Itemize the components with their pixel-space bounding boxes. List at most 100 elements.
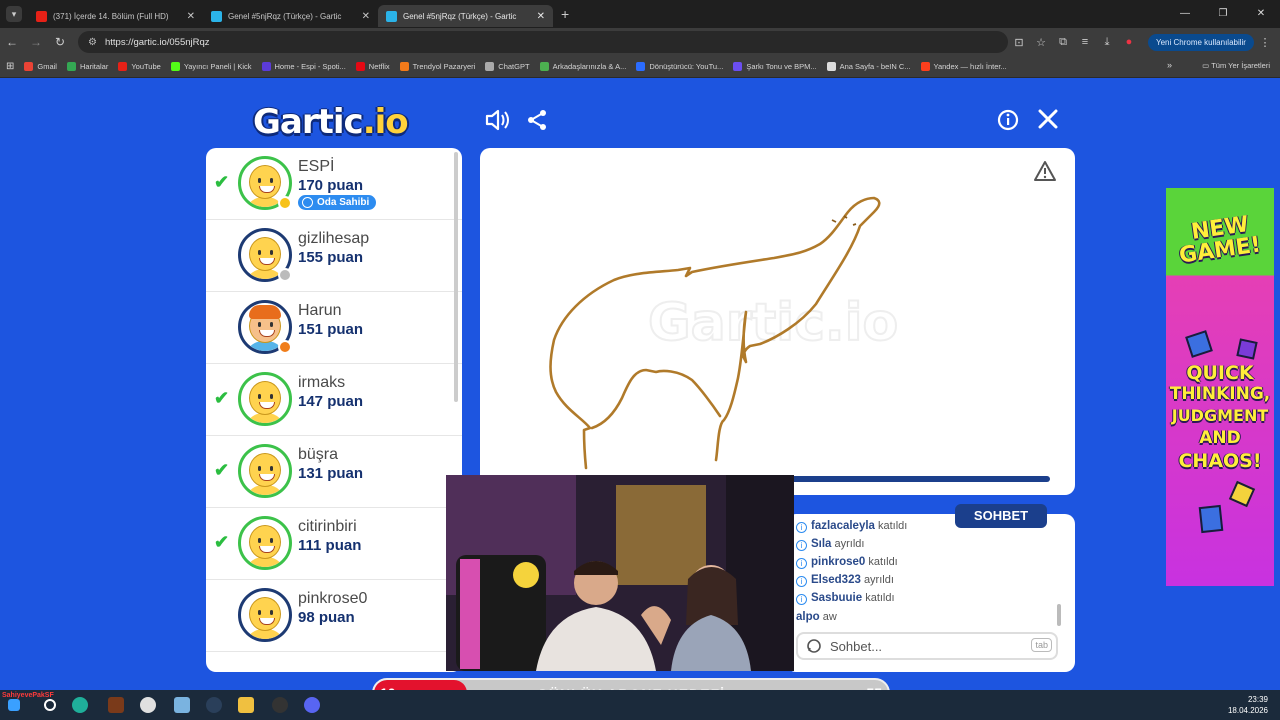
new-tab-icon[interactable]: + (561, 6, 569, 22)
discord-icon[interactable] (304, 697, 320, 713)
info-icon: i (796, 594, 807, 605)
minimize-icon[interactable]: — (1166, 0, 1204, 28)
player-list-scrollbar[interactable] (454, 152, 458, 402)
bookmark-item[interactable]: YouTube (118, 62, 161, 71)
all-bookmarks-label: Tüm Yer İşaretleri (1211, 61, 1270, 70)
bookmark-item[interactable]: Netflix (355, 62, 390, 71)
chrome-icon[interactable] (140, 697, 156, 713)
bookmarks-bar: ⊞ Gmail Haritalar YouTube Yayıncı Paneli | … (0, 56, 1280, 78)
back-icon[interactable]: ← (0, 35, 24, 49)
folder-icon[interactable] (238, 697, 254, 713)
bookmark-favicon-icon (636, 62, 646, 71)
info-icon[interactable] (997, 109, 1019, 137)
bookmark-item[interactable]: Trendyol Pazaryeri (399, 62, 475, 71)
tab-close-icon[interactable]: ✕ (537, 11, 545, 22)
ad-line-thinking: THINKING, (1169, 384, 1271, 404)
info-icon: i (796, 522, 807, 533)
clock-time: 23:39 (1247, 695, 1268, 704)
search-icon[interactable] (44, 699, 56, 711)
sound-icon[interactable] (484, 108, 510, 138)
chat-panel: i fazlacaleyla katıldı i Sıla ayrıldı i pinkr… (786, 514, 1075, 672)
ad-line-judgment: JUDGMENT (1171, 406, 1269, 425)
downloads-icon[interactable]: ⤓ (1096, 36, 1118, 49)
tab-close-icon[interactable]: ✕ (187, 11, 195, 22)
browser-tab[interactable]: (371) İçerde 14. Bölüm (Full HD) ✕ (28, 5, 203, 27)
bookmark-item[interactable]: Home - Espi - Spoti... (261, 62, 346, 71)
player-row[interactable]: gizlihesap 155 puan (206, 220, 462, 292)
bookmark-favicon-icon (485, 62, 495, 71)
player-row[interactable]: Harun 151 puan (206, 292, 462, 364)
player-status-dot (278, 268, 292, 282)
site-info-icon[interactable]: ⚙ (88, 37, 97, 48)
bookmark-item[interactable]: Yandex — hızlı İnter... (920, 62, 1007, 71)
tab-close-icon[interactable]: ✕ (362, 11, 370, 22)
forward-icon[interactable]: → (24, 35, 48, 49)
bookmark-item[interactable]: Dönüştürücü: YouTu... (636, 62, 723, 71)
address-bar-row: ← → ↻ ⚙ https://gartic.io/055njRqz ⊡ ☆ ⧉… (0, 28, 1280, 56)
bookmark-favicon-icon (118, 62, 128, 71)
windows-taskbar: SahiyevePakSF 23:39 18.04.2026 (0, 690, 1280, 720)
guessed-check-icon: ✔ (214, 460, 230, 480)
steam-icon[interactable] (206, 697, 222, 713)
chat-input[interactable]: Sohbet... tab (796, 632, 1058, 660)
start-icon[interactable] (8, 699, 20, 711)
chat-message: i Sıla ayrıldı (796, 538, 865, 551)
player-row[interactable]: ✔ ESPİ 170 puan Oda Sahibi (206, 148, 462, 220)
edge-icon[interactable] (72, 697, 88, 713)
extensions-icon[interactable]: ⧉ (1052, 36, 1074, 49)
chat-scrollbar[interactable] (1057, 604, 1061, 626)
player-score: 147 puan (298, 393, 364, 410)
close-game-icon[interactable] (1037, 108, 1059, 136)
chat-username: Elsed323 (811, 574, 861, 586)
ad-card-icon (1185, 330, 1213, 358)
chat-username: fazlacaleyla (811, 520, 875, 532)
app-icon[interactable] (108, 697, 124, 713)
system-clock[interactable]: 23:39 18.04.2026 (1228, 694, 1268, 716)
all-bookmarks-link[interactable]: ▭ Tüm Yer İşaretleri (1202, 61, 1270, 70)
more-bookmarks-icon[interactable]: » (1167, 60, 1172, 70)
crown-icon (302, 197, 313, 208)
chat-message: i pinkrose0 katıldı (796, 556, 898, 569)
menu-icon[interactable]: ⋮ (1254, 36, 1276, 49)
close-window-icon[interactable]: ✕ (1242, 0, 1280, 28)
files-icon[interactable] (174, 697, 190, 713)
browser-tab[interactable]: Genel #5njRqz (Türkçe) - Gartic ✕ (378, 5, 553, 27)
maximize-icon[interactable]: ❐ (1204, 0, 1242, 28)
bookmark-favicon-icon (539, 62, 549, 71)
bookmark-label: Yayıncı Paneli | Kick (183, 62, 252, 71)
player-row[interactable]: ✔ irmaks 147 puan (206, 364, 462, 436)
player-row[interactable]: ✔ citirinbiri 111 puan (206, 508, 462, 580)
bookmark-item[interactable]: Şarkı Tonu ve BPM... (733, 62, 817, 71)
player-status-dot (278, 196, 292, 210)
bookmark-item[interactable]: Arkadaşlarınızla & A... (539, 62, 626, 71)
player-score: 155 puan (298, 249, 364, 266)
bookmark-item[interactable]: Ana Sayfa - beIN C... (826, 62, 911, 71)
bookmark-item[interactable]: Haritalar (66, 62, 108, 71)
reload-icon[interactable]: ↻ (48, 35, 72, 49)
tab-search-icon[interactable]: ▾ (6, 6, 22, 22)
player-row[interactable]: ✔ büşra 131 puan (206, 436, 462, 508)
chat-tab-button[interactable]: SOHBET (955, 504, 1047, 528)
apps-grid-icon[interactable]: ⊞ (6, 61, 14, 72)
extension-red-icon[interactable]: ● (1118, 36, 1140, 48)
obs-icon[interactable] (272, 697, 288, 713)
bookmark-star-icon[interactable]: ☆ (1030, 36, 1052, 49)
share-icon[interactable] (525, 108, 549, 138)
browser-tab[interactable]: Genel #5njRqz (Türkçe) - Gartic ✕ (203, 5, 378, 27)
profile-update-button[interactable]: Yeni Chrome kullanılabilir (1148, 33, 1254, 51)
reading-list-icon[interactable]: ≡ (1074, 36, 1096, 48)
omnibox[interactable]: ⚙ https://gartic.io/055njRqz (78, 31, 1008, 53)
bookmark-list: Gmail Haritalar YouTube Yayıncı Paneli | Ki… (24, 62, 1016, 71)
player-avatar (238, 372, 292, 426)
chat-message: alpo aw (796, 611, 837, 623)
bookmark-item[interactable]: Yayıncı Paneli | Kick (170, 62, 252, 71)
player-name: irmaks (298, 374, 346, 391)
player-row[interactable]: pinkrose0 98 puan (206, 580, 462, 652)
bookmark-item[interactable]: ChatGPT (485, 62, 530, 71)
install-app-icon[interactable]: ⊡ (1008, 36, 1030, 49)
report-warning-icon[interactable] (1033, 160, 1057, 187)
ad-card-icon (1198, 504, 1224, 534)
advertisement-banner[interactable]: NEW GAME! QUICK THINKING, JUDGMENT AND C… (1166, 188, 1274, 586)
bookmark-item[interactable]: Gmail (24, 62, 57, 71)
drawing-canvas[interactable]: Gartic.io (480, 148, 1075, 495)
